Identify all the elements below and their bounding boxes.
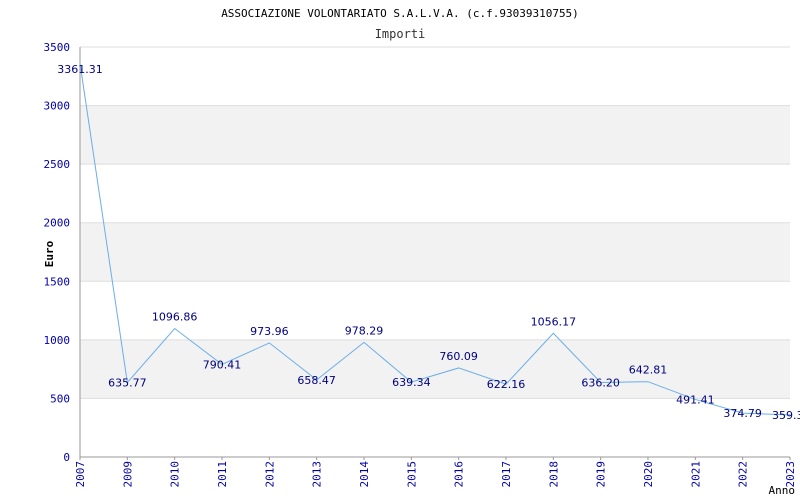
- data-label: 635.77: [108, 377, 147, 390]
- x-tick-label: 2013: [311, 461, 324, 488]
- data-label: 790.41: [203, 358, 242, 371]
- y-tick-label: 3000: [44, 100, 71, 113]
- x-tick-label: 2020: [642, 461, 655, 488]
- data-label: 639.34: [392, 376, 431, 389]
- x-tick-label: 2014: [358, 461, 371, 488]
- y-tick-label: 0: [63, 451, 70, 464]
- y-tick-label: 2500: [44, 158, 71, 171]
- x-tick-label: 2016: [453, 461, 466, 488]
- x-tick-label: 2009: [121, 461, 134, 488]
- data-label: 642.81: [629, 364, 668, 377]
- x-axis-label: Anno: [769, 484, 796, 497]
- x-tick-label: 2022: [737, 461, 750, 488]
- grid-band: [80, 222, 790, 282]
- data-label: 622.16: [487, 378, 526, 391]
- y-tick-label: 2000: [44, 217, 71, 230]
- y-tick-label: 3500: [44, 41, 71, 54]
- data-label: 658.47: [297, 374, 336, 387]
- data-label: 973.96: [250, 325, 289, 338]
- data-label: 3361.31: [57, 63, 103, 76]
- data-label: 760.09: [439, 350, 478, 363]
- chart-title: ASSOCIAZIONE VOLONTARIATO S.A.L.V.A. (c.…: [221, 7, 579, 20]
- line-chart: 0 500 1000 1500 2000 2500 3000 3500 2007 2009 201…: [43, 7, 800, 497]
- grid-band: [80, 105, 790, 165]
- x-tick-label: 2007: [74, 461, 87, 488]
- data-label: 1096.86: [152, 311, 198, 324]
- data-label: 491.41: [676, 393, 715, 406]
- x-tick-label: 2018: [547, 461, 560, 488]
- y-tick-label: 1000: [44, 334, 71, 347]
- x-tick-label: 2017: [500, 461, 513, 488]
- data-label: 636.20: [581, 376, 620, 389]
- y-tick-label: 1500: [44, 275, 71, 288]
- data-label: 374.79: [723, 407, 762, 420]
- x-tick-label: 2012: [263, 461, 276, 488]
- x-tick-label: 2011: [216, 461, 229, 488]
- data-label: 978.29: [345, 324, 384, 337]
- chart-subtitle: Importi: [375, 27, 426, 41]
- grid-bands: [80, 105, 790, 399]
- data-label: 359.3: [772, 409, 800, 422]
- x-tick-label: 2021: [689, 461, 702, 488]
- x-tick-label: 2010: [169, 461, 182, 488]
- y-axis-label: Euro: [43, 240, 56, 267]
- x-tick-label: 2015: [405, 461, 418, 488]
- grid-band: [80, 339, 790, 399]
- x-tick-label: 2019: [595, 461, 608, 488]
- y-tick-label: 500: [50, 392, 70, 405]
- x-tick-labels: 2007 2009 2010 2011 2012 2013 2014 2015 2016 2017…: [74, 457, 797, 488]
- data-label: 1056.17: [531, 315, 577, 328]
